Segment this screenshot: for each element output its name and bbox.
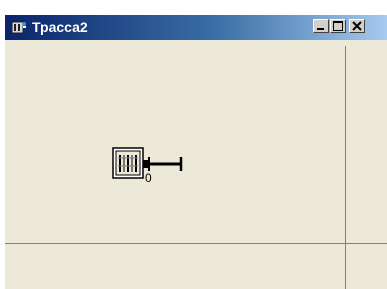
window-title: Трасса2 bbox=[32, 19, 88, 35]
horizontal-divider bbox=[5, 243, 387, 244]
vertical-divider bbox=[345, 46, 346, 289]
close-button[interactable] bbox=[349, 19, 365, 33]
minimize-button[interactable] bbox=[313, 19, 329, 33]
maximize-button[interactable] bbox=[330, 19, 346, 33]
close-icon bbox=[352, 21, 362, 31]
app-icon[interactable] bbox=[11, 20, 27, 35]
port-label: 0 bbox=[145, 171, 152, 185]
title-bar[interactable]: Трасса2 bbox=[5, 15, 387, 40]
trace-window: Трасса2 0 bbox=[4, 14, 387, 289]
canvas-area[interactable]: 0 bbox=[5, 40, 387, 289]
